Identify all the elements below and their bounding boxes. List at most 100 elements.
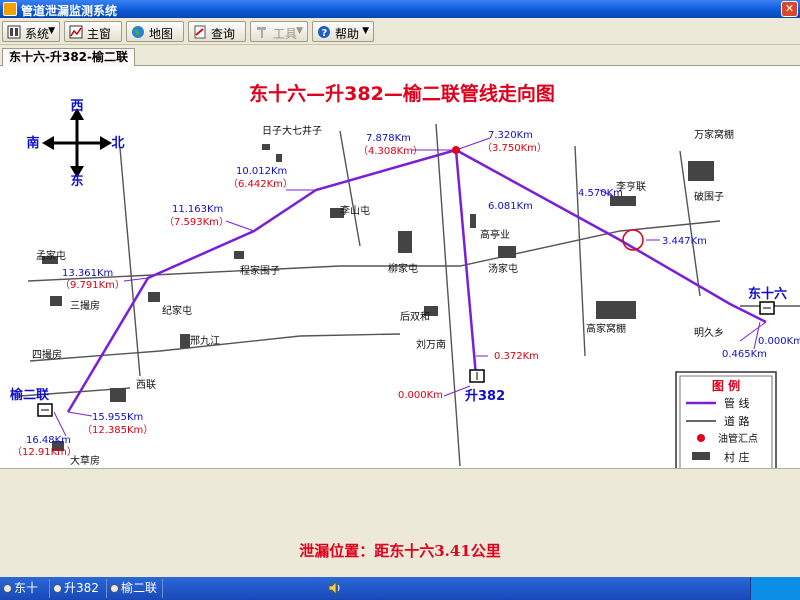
- station-status-icon: [110, 584, 119, 593]
- station-task-yu2lian[interactable]: 榆二联: [107, 579, 163, 598]
- road: [119, 147, 141, 377]
- village-label: 三撮房: [70, 299, 100, 312]
- village-label: 孟家屯: [36, 249, 66, 262]
- station-dong16: 东十六: [748, 286, 787, 302]
- map-legend: 图 例 管 线 道 路 油管汇点 村 庄: [675, 371, 777, 468]
- village-marker: [180, 334, 190, 348]
- station-task-sheng382[interactable]: 升382: [50, 579, 107, 598]
- status-bar: 东十六 升382 榆二联: [0, 577, 800, 600]
- map-panel: 东十六—升382—榆二联管线走向图 西 南 北 东 东十六 升382 榆二联 日…: [0, 66, 800, 469]
- close-button[interactable]: ✕: [781, 1, 798, 17]
- station-task-label: 榆二联: [121, 581, 158, 595]
- village-label: 刘万南: [416, 338, 446, 351]
- hammer-icon: [257, 27, 266, 38]
- distance-label: 7.320Km: [488, 130, 533, 141]
- compass-west: 西: [70, 99, 83, 114]
- app-icon: [3, 2, 17, 16]
- village-marker: [470, 214, 476, 228]
- system-menu-button[interactable]: 系统 ▼: [2, 21, 60, 42]
- village-marker: [498, 246, 516, 258]
- village-label: 破围子: [694, 190, 724, 203]
- legend-village: 村 庄: [724, 450, 750, 464]
- system-tray: [750, 577, 800, 600]
- station-task-dong16[interactable]: 东十六: [0, 579, 50, 598]
- village-label: 万家窝棚: [694, 128, 734, 141]
- village-label: 后双和: [400, 311, 430, 323]
- station-sheng382: 升382: [465, 388, 505, 404]
- leak-location-text: 泄漏位置：距东十六3.41公里: [299, 542, 501, 560]
- village-label: 高亭业: [480, 228, 510, 241]
- distance-label: （12.385Km）: [82, 424, 153, 436]
- distance-label: 0.000Km: [758, 336, 800, 347]
- station-status-icon: [53, 584, 62, 593]
- distance-label: （9.791Km）: [60, 279, 125, 291]
- chart-icon: [69, 25, 83, 39]
- distance-label: 13.361Km: [62, 268, 113, 279]
- village-marker: [276, 154, 282, 162]
- distance-label: 0.372Km: [494, 351, 539, 362]
- distance-label: （7.593Km）: [164, 216, 229, 228]
- status-panel: 泄漏位置：距东十六3.41公里: [0, 470, 800, 577]
- map-label: 地图: [149, 27, 174, 41]
- distance-label: 6.081Km: [488, 201, 533, 212]
- station-icon: [759, 301, 775, 315]
- legend-junction: 油管汇点: [718, 432, 758, 445]
- system-menu-label: 系统: [25, 27, 50, 41]
- pipeline: [66, 148, 767, 413]
- station-task-label: 升382: [64, 581, 99, 595]
- village-label: 汤家屯: [488, 262, 518, 275]
- tab-pipeline[interactable]: 东十六-升382-榆二联: [2, 48, 136, 67]
- road: [574, 145, 586, 357]
- village-marker: [50, 296, 62, 306]
- main-window-button[interactable]: 主窗: [64, 21, 122, 42]
- compass: 西 南 北 东: [26, 99, 124, 189]
- window-title: 管道泄漏监测系统: [21, 4, 118, 18]
- compass-north: 北: [111, 136, 124, 151]
- village-label: 柳家屯: [388, 262, 418, 275]
- tools-menu-button[interactable]: 工具 ▼: [250, 21, 308, 42]
- distance-label: 10.012Km: [236, 166, 287, 177]
- compass-east: 东: [70, 173, 83, 189]
- village-label: 四撮房: [32, 348, 62, 361]
- distance-label: （6.442Km）: [228, 178, 293, 190]
- speaker-icon[interactable]: [327, 580, 343, 596]
- village-marker: [398, 231, 412, 253]
- help-menu-label: 帮助: [335, 27, 360, 41]
- map-button[interactable]: 地图: [126, 21, 184, 42]
- tab-bar: 东十六-升382-榆二联: [0, 46, 800, 67]
- system-icon: [7, 25, 21, 39]
- station-icon: [469, 369, 485, 383]
- station-icon: [37, 403, 53, 417]
- village-label: 日子大七井子: [262, 124, 322, 137]
- distance-label: 7.878Km: [366, 133, 411, 144]
- distance-label: 15.955Km: [92, 412, 143, 423]
- village-marker: [262, 144, 270, 150]
- app-window: 管道泄漏监测系统 ✕ 系统 ▼ 主窗 地图 查询 工具 ▼ ? 帮助 ▼ 东十六…: [0, 0, 800, 600]
- distance-label: 0.000Km: [398, 390, 443, 401]
- distance-label: 0.465Km: [722, 349, 767, 360]
- help-icon: ?: [318, 26, 330, 39]
- help-menu-button[interactable]: ? 帮助 ▼: [312, 21, 374, 42]
- legend-title: 图 例: [712, 378, 740, 393]
- village-label: 纪家屯: [162, 304, 192, 317]
- title-bar: 管道泄漏监测系统 ✕: [0, 0, 800, 18]
- village-label: 李山屯: [340, 204, 370, 217]
- query-button[interactable]: 查询: [188, 21, 246, 42]
- village-label: 明久乡: [694, 327, 724, 339]
- distance-label: （12.91Km）: [12, 446, 77, 458]
- village-marker: [688, 161, 714, 181]
- compass-south: 南: [26, 135, 39, 151]
- query-label: 查询: [211, 27, 236, 41]
- distance-label: 4.570Km: [578, 188, 623, 199]
- village-marker: [596, 301, 636, 319]
- village-marker: [148, 292, 160, 302]
- station-yu2lian: 榆二联: [10, 387, 49, 403]
- road: [435, 123, 461, 467]
- distance-label: 16.48Km: [26, 435, 71, 446]
- station-status-icon: [3, 584, 12, 593]
- station-task-label: 东十六: [14, 581, 39, 595]
- junction-point: [452, 146, 460, 154]
- distance-label: 3.447Km: [662, 236, 707, 247]
- globe-icon: [132, 26, 144, 38]
- toolbar: 系统 ▼ 主窗 地图 查询 工具 ▼ ? 帮助 ▼: [0, 18, 800, 45]
